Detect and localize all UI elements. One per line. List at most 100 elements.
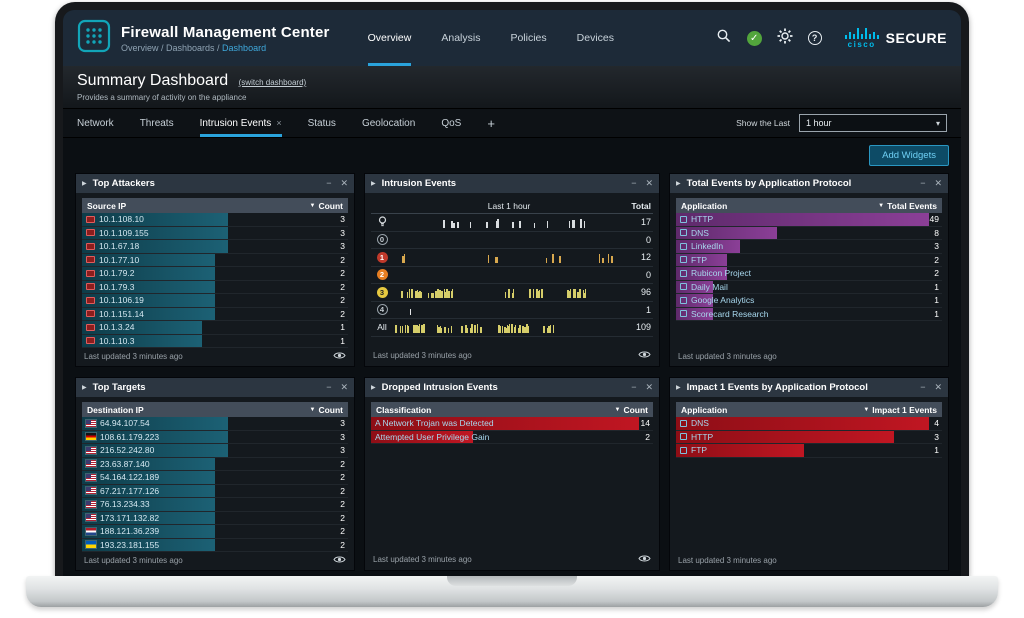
column-classification[interactable]: Classification [376, 405, 431, 415]
intrusion-row-4[interactable]: 41 [371, 302, 653, 320]
row-label[interactable]: A Network Trojan was Detected [375, 418, 494, 428]
row-label[interactable]: 10.1.77.10 [99, 255, 139, 265]
intrusion-row-3[interactable]: 396 [371, 284, 653, 302]
table-row[interactable]: 10.1.79.22 [82, 267, 348, 281]
table-row[interactable]: Rubicon Project2 [676, 267, 942, 281]
minimize-icon[interactable]: − [631, 382, 636, 393]
table-row[interactable]: 23.63.87.1402 [82, 458, 348, 472]
column-application[interactable]: Application [681, 405, 727, 415]
switch-dashboard-link[interactable]: (switch dashboard) [239, 78, 307, 87]
table-row[interactable]: 54.164.122.1892 [82, 471, 348, 485]
column-count[interactable]: Count [318, 201, 343, 211]
row-label[interactable]: DNS [691, 418, 709, 428]
table-header[interactable]: Destination IP ▼Count [82, 402, 348, 417]
row-label[interactable]: HTTP [691, 214, 713, 224]
column-impact1-events[interactable]: Impact 1 Events [872, 405, 937, 415]
tab-qos[interactable]: QoS [441, 109, 461, 137]
table-header[interactable]: Application ▼Total Events [676, 198, 942, 213]
row-label[interactable]: 10.1.151.14 [99, 309, 144, 319]
table-row[interactable]: 76.13.234.332 [82, 498, 348, 512]
widget-header[interactable]: ▶ Top Targets −✕ [76, 378, 354, 397]
eye-icon[interactable] [638, 554, 651, 565]
table-row[interactable]: 173.171.132.822 [82, 512, 348, 526]
column-destination-ip[interactable]: Destination IP [87, 405, 144, 415]
nav-devices[interactable]: Devices [577, 10, 614, 66]
column-application[interactable]: Application [681, 201, 727, 211]
collapse-icon[interactable]: ▶ [82, 180, 87, 187]
close-icon[interactable]: ✕ [645, 382, 653, 393]
row-label[interactable]: 10.1.106.19 [99, 295, 144, 305]
close-icon[interactable]: ✕ [645, 178, 653, 189]
table-row[interactable]: LinkedIn3 [676, 240, 942, 254]
column-count[interactable]: Count [318, 405, 343, 415]
row-label[interactable]: 188.121.36.239 [100, 526, 159, 536]
row-label[interactable]: 67.217.177.126 [100, 486, 159, 496]
row-label[interactable]: 10.1.67.18 [99, 241, 139, 251]
row-label[interactable]: 10.1.79.3 [99, 282, 134, 292]
tab-close-icon[interactable]: × [276, 118, 281, 128]
column-count[interactable]: Count [623, 405, 648, 415]
row-label[interactable]: Scorecard Research [691, 309, 768, 319]
column-source-ip[interactable]: Source IP [87, 201, 126, 211]
row-label[interactable]: 76.13.234.33 [100, 499, 150, 509]
intrusion-row-2[interactable]: 20 [371, 267, 653, 285]
widget-header[interactable]: ▶ Impact 1 Events by Application Protoco… [670, 378, 948, 397]
row-label[interactable]: 10.1.79.2 [99, 268, 134, 278]
table-row[interactable]: FTP2 [676, 254, 942, 268]
table-row[interactable]: A Network Trojan was Detected14 [371, 417, 653, 431]
tab-geolocation[interactable]: Geolocation [362, 109, 415, 137]
table-header[interactable]: Application ▼Impact 1 Events [676, 402, 942, 417]
search-icon[interactable] [716, 28, 732, 49]
table-row[interactable]: Attempted User Privilege Gain2 [371, 431, 653, 445]
table-row[interactable]: 64.94.107.543 [82, 417, 348, 431]
row-label[interactable]: 54.164.122.189 [100, 472, 159, 482]
row-label[interactable]: 216.52.242.80 [100, 445, 154, 455]
intrusion-row-All[interactable]: All109 [371, 319, 653, 337]
eye-icon[interactable] [333, 351, 346, 362]
breadcrumb-current[interactable]: Dashboard [222, 43, 266, 53]
widget-header[interactable]: ▶ Dropped Intrusion Events −✕ [365, 378, 659, 397]
nav-policies[interactable]: Policies [510, 10, 546, 66]
row-label[interactable]: 23.63.87.140 [100, 459, 150, 469]
table-row[interactable]: 10.1.108.103 [82, 213, 348, 227]
intrusion-row-1[interactable]: 112 [371, 249, 653, 267]
row-label[interactable]: 193.23.181.155 [100, 540, 159, 550]
close-icon[interactable]: ✕ [340, 178, 348, 189]
row-label[interactable]: FTP [691, 255, 707, 265]
add-tab-button[interactable]: + [487, 109, 495, 137]
collapse-icon[interactable]: ▶ [676, 180, 681, 187]
close-icon[interactable]: ✕ [340, 382, 348, 393]
table-row[interactable]: 10.1.151.142 [82, 308, 348, 322]
column-total-events[interactable]: Total Events [887, 201, 937, 211]
table-row[interactable]: Daily Mail1 [676, 281, 942, 295]
tab-network[interactable]: Network [77, 109, 114, 137]
table-row[interactable]: 188.121.36.2392 [82, 525, 348, 539]
table-row[interactable]: DNS8 [676, 227, 942, 241]
minimize-icon[interactable]: − [631, 178, 636, 189]
row-label[interactable]: Attempted User Privilege Gain [375, 432, 489, 442]
row-label[interactable]: 108.61.179.223 [100, 432, 159, 442]
row-label[interactable]: Daily Mail [691, 282, 728, 292]
widget-header[interactable]: ▶ Intrusion Events −✕ [365, 174, 659, 193]
table-row[interactable]: 10.1.79.32 [82, 281, 348, 295]
close-icon[interactable]: ✕ [934, 382, 942, 393]
row-label[interactable]: Google Analytics [691, 295, 754, 305]
eye-icon[interactable] [638, 350, 651, 361]
collapse-icon[interactable]: ▶ [676, 384, 681, 391]
help-icon[interactable]: ? [808, 31, 822, 45]
collapse-icon[interactable]: ▶ [82, 384, 87, 391]
table-header[interactable]: Source IP ▼Count [82, 198, 348, 213]
row-label[interactable]: 10.1.108.10 [99, 214, 144, 224]
collapse-icon[interactable]: ▶ [371, 180, 376, 187]
row-label[interactable]: FTP [691, 445, 707, 455]
minimize-icon[interactable]: − [326, 382, 331, 393]
health-status-icon[interactable]: ✓ [747, 31, 762, 46]
row-label[interactable]: 10.1.10.3 [99, 336, 134, 346]
row-label[interactable]: Rubicon Project [691, 268, 751, 278]
row-label[interactable]: LinkedIn [691, 241, 723, 251]
table-row[interactable]: HTTP3 [676, 431, 942, 445]
row-label[interactable]: 64.94.107.54 [100, 418, 150, 428]
nav-analysis[interactable]: Analysis [441, 10, 480, 66]
table-header[interactable]: Classification ▼Count [371, 402, 653, 417]
widget-header[interactable]: ▶ Top Attackers −✕ [76, 174, 354, 193]
